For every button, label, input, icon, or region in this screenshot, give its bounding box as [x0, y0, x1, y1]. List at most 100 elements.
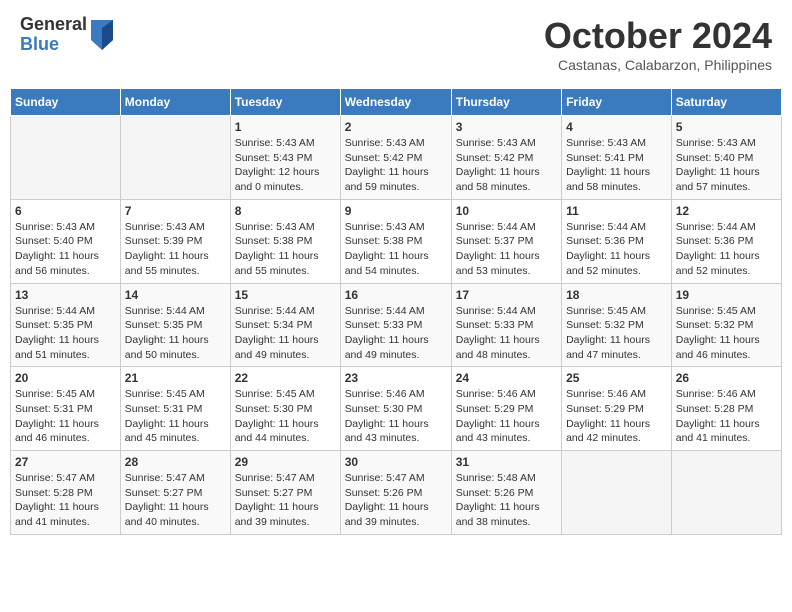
cell-content: Sunrise: 5:46 AMSunset: 5:29 PMDaylight:… — [566, 387, 667, 446]
cell-day-number: 16 — [345, 288, 447, 302]
cell-content: Sunrise: 5:43 AMSunset: 5:38 PMDaylight:… — [235, 220, 336, 279]
calendar-cell: 1 Sunrise: 5:43 AMSunset: 5:43 PMDaylight… — [230, 116, 340, 200]
day-header-thursday: Thursday — [451, 89, 561, 116]
cell-content: Sunrise: 5:44 AMSunset: 5:36 PMDaylight:… — [676, 220, 777, 279]
cell-day-number: 31 — [456, 455, 557, 469]
calendar-cell — [671, 451, 781, 535]
logo-icon — [91, 20, 113, 50]
cell-day-number: 5 — [676, 120, 777, 134]
calendar-cell: 18 Sunrise: 5:45 AMSunset: 5:32 PMDayligh… — [562, 283, 672, 367]
day-header-monday: Monday — [120, 89, 230, 116]
cell-content: Sunrise: 5:47 AMSunset: 5:27 PMDaylight:… — [125, 471, 226, 530]
cell-content: Sunrise: 5:44 AMSunset: 5:33 PMDaylight:… — [345, 304, 447, 363]
cell-content: Sunrise: 5:44 AMSunset: 5:36 PMDaylight:… — [566, 220, 667, 279]
cell-content: Sunrise: 5:43 AMSunset: 5:41 PMDaylight:… — [566, 136, 667, 195]
calendar-cell: 2 Sunrise: 5:43 AMSunset: 5:42 PMDaylight… — [340, 116, 451, 200]
day-header-tuesday: Tuesday — [230, 89, 340, 116]
calendar-cell: 23 Sunrise: 5:46 AMSunset: 5:30 PMDayligh… — [340, 367, 451, 451]
calendar-week-row: 13 Sunrise: 5:44 AMSunset: 5:35 PMDayligh… — [11, 283, 782, 367]
cell-day-number: 13 — [15, 288, 116, 302]
cell-content: Sunrise: 5:47 AMSunset: 5:26 PMDaylight:… — [345, 471, 447, 530]
calendar-table: SundayMondayTuesdayWednesdayThursdayFrid… — [10, 88, 782, 535]
logo-blue: Blue — [20, 35, 87, 55]
calendar-cell: 5 Sunrise: 5:43 AMSunset: 5:40 PMDaylight… — [671, 116, 781, 200]
cell-content: Sunrise: 5:44 AMSunset: 5:37 PMDaylight:… — [456, 220, 557, 279]
cell-content: Sunrise: 5:43 AMSunset: 5:42 PMDaylight:… — [456, 136, 557, 195]
cell-content: Sunrise: 5:46 AMSunset: 5:28 PMDaylight:… — [676, 387, 777, 446]
day-header-wednesday: Wednesday — [340, 89, 451, 116]
calendar-cell: 25 Sunrise: 5:46 AMSunset: 5:29 PMDayligh… — [562, 367, 672, 451]
cell-day-number: 28 — [125, 455, 226, 469]
calendar-cell: 21 Sunrise: 5:45 AMSunset: 5:31 PMDayligh… — [120, 367, 230, 451]
calendar-header-row: SundayMondayTuesdayWednesdayThursdayFrid… — [11, 89, 782, 116]
cell-day-number: 26 — [676, 371, 777, 385]
calendar-cell: 11 Sunrise: 5:44 AMSunset: 5:36 PMDayligh… — [562, 199, 672, 283]
calendar-cell: 31 Sunrise: 5:48 AMSunset: 5:26 PMDayligh… — [451, 451, 561, 535]
calendar-cell: 22Sunrise: 5:45 AMSunset: 5:30 PMDayligh… — [230, 367, 340, 451]
day-header-saturday: Saturday — [671, 89, 781, 116]
cell-day-number: 8 — [235, 204, 336, 218]
cell-day-number: 6 — [15, 204, 116, 218]
calendar-week-row: 27 Sunrise: 5:47 AMSunset: 5:28 PMDayligh… — [11, 451, 782, 535]
cell-content: Sunrise: 5:44 AMSunset: 5:35 PMDaylight:… — [125, 304, 226, 363]
cell-content: Sunrise: 5:43 AMSunset: 5:42 PMDaylight:… — [345, 136, 447, 195]
cell-day-number: 17 — [456, 288, 557, 302]
cell-content: Sunrise: 5:47 AMSunset: 5:27 PMDaylight:… — [235, 471, 336, 530]
logo: General Blue — [20, 15, 113, 55]
cell-content: Sunrise: 5:43 AMSunset: 5:39 PMDaylight:… — [125, 220, 226, 279]
calendar-cell: 26 Sunrise: 5:46 AMSunset: 5:28 PMDayligh… — [671, 367, 781, 451]
cell-day-number: 19 — [676, 288, 777, 302]
calendar-week-row: 6 Sunrise: 5:43 AMSunset: 5:40 PMDaylight… — [11, 199, 782, 283]
cell-day-number: 23 — [345, 371, 447, 385]
calendar-cell — [11, 116, 121, 200]
cell-day-number: 2 — [345, 120, 447, 134]
calendar-cell: 20 Sunrise: 5:45 AMSunset: 5:31 PMDayligh… — [11, 367, 121, 451]
day-header-sunday: Sunday — [11, 89, 121, 116]
month-title: October 2024 — [544, 15, 772, 57]
cell-day-number: 30 — [345, 455, 447, 469]
calendar-cell: 10 Sunrise: 5:44 AMSunset: 5:37 PMDayligh… — [451, 199, 561, 283]
calendar-cell: 12Sunrise: 5:44 AMSunset: 5:36 PMDayligh… — [671, 199, 781, 283]
cell-day-number: 25 — [566, 371, 667, 385]
cell-day-number: 27 — [15, 455, 116, 469]
calendar-cell: 8 Sunrise: 5:43 AMSunset: 5:38 PMDaylight… — [230, 199, 340, 283]
cell-day-number: 18 — [566, 288, 667, 302]
cell-day-number: 10 — [456, 204, 557, 218]
calendar-cell — [120, 116, 230, 200]
cell-day-number: 29 — [235, 455, 336, 469]
cell-content: Sunrise: 5:45 AMSunset: 5:31 PMDaylight:… — [15, 387, 116, 446]
calendar-cell: 14Sunrise: 5:44 AMSunset: 5:35 PMDayligh… — [120, 283, 230, 367]
calendar-cell — [562, 451, 672, 535]
calendar-cell: 15Sunrise: 5:44 AMSunset: 5:34 PMDayligh… — [230, 283, 340, 367]
cell-content: Sunrise: 5:45 AMSunset: 5:31 PMDaylight:… — [125, 387, 226, 446]
cell-day-number: 20 — [15, 371, 116, 385]
calendar-week-row: 1 Sunrise: 5:43 AMSunset: 5:43 PMDaylight… — [11, 116, 782, 200]
calendar-cell: 17 Sunrise: 5:44 AMSunset: 5:33 PMDayligh… — [451, 283, 561, 367]
cell-day-number: 21 — [125, 371, 226, 385]
calendar-cell: 3Sunrise: 5:43 AMSunset: 5:42 PMDaylight… — [451, 116, 561, 200]
cell-content: Sunrise: 5:45 AMSunset: 5:32 PMDaylight:… — [566, 304, 667, 363]
cell-content: Sunrise: 5:46 AMSunset: 5:30 PMDaylight:… — [345, 387, 447, 446]
cell-content: Sunrise: 5:43 AMSunset: 5:38 PMDaylight:… — [345, 220, 447, 279]
cell-content: Sunrise: 5:44 AMSunset: 5:34 PMDaylight:… — [235, 304, 336, 363]
cell-content: Sunrise: 5:46 AMSunset: 5:29 PMDaylight:… — [456, 387, 557, 446]
title-section: October 2024 Castanas, Calabarzon, Phili… — [544, 15, 772, 73]
calendar-cell: 24Sunrise: 5:46 AMSunset: 5:29 PMDayligh… — [451, 367, 561, 451]
calendar-cell: 30 Sunrise: 5:47 AMSunset: 5:26 PMDayligh… — [340, 451, 451, 535]
cell-content: Sunrise: 5:47 AMSunset: 5:28 PMDaylight:… — [15, 471, 116, 530]
cell-day-number: 4 — [566, 120, 667, 134]
cell-content: Sunrise: 5:43 AMSunset: 5:43 PMDaylight:… — [235, 136, 336, 195]
cell-day-number: 11 — [566, 204, 667, 218]
calendar-cell: 9Sunrise: 5:43 AMSunset: 5:38 PMDaylight… — [340, 199, 451, 283]
cell-content: Sunrise: 5:48 AMSunset: 5:26 PMDaylight:… — [456, 471, 557, 530]
cell-content: Sunrise: 5:43 AMSunset: 5:40 PMDaylight:… — [676, 136, 777, 195]
calendar-cell: 13 Sunrise: 5:44 AMSunset: 5:35 PMDayligh… — [11, 283, 121, 367]
calendar-cell: 27 Sunrise: 5:47 AMSunset: 5:28 PMDayligh… — [11, 451, 121, 535]
calendar-cell: 28 Sunrise: 5:47 AMSunset: 5:27 PMDayligh… — [120, 451, 230, 535]
logo-general: General — [20, 15, 87, 35]
cell-day-number: 1 — [235, 120, 336, 134]
cell-content: Sunrise: 5:43 AMSunset: 5:40 PMDaylight:… — [15, 220, 116, 279]
location-title: Castanas, Calabarzon, Philippines — [544, 57, 772, 73]
cell-content: Sunrise: 5:44 AMSunset: 5:35 PMDaylight:… — [15, 304, 116, 363]
cell-content: Sunrise: 5:44 AMSunset: 5:33 PMDaylight:… — [456, 304, 557, 363]
